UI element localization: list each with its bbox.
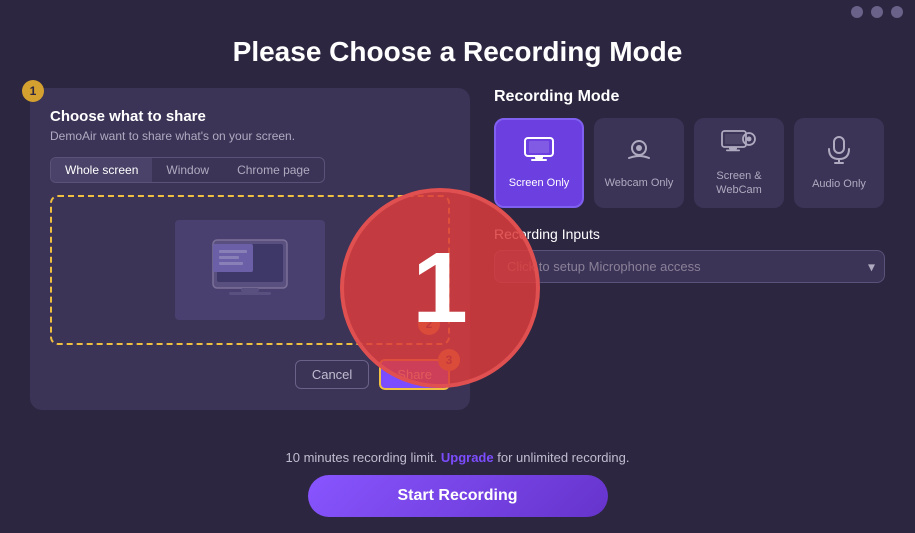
main-content: 1 Choose what to share DemoAir want to s… xyxy=(0,88,915,410)
start-recording-button[interactable]: Start Recording xyxy=(308,475,608,517)
screen-only-icon xyxy=(523,136,555,171)
audio-inputs-label: Recording Inputs xyxy=(494,226,885,242)
tab-chrome-page[interactable]: Chrome page xyxy=(223,158,324,182)
mode-screen-only-label: Screen Only xyxy=(509,177,570,190)
microphone-select[interactable]: Click to setup Microphone access xyxy=(494,250,885,283)
limit-text-suffix: for unlimited recording. xyxy=(497,450,629,465)
step-2-badge: 2 xyxy=(418,313,440,335)
share-dialog-subtitle: DemoAir want to share what's on your scr… xyxy=(50,129,450,143)
audio-only-icon xyxy=(825,135,853,172)
window-btn[interactable] xyxy=(851,6,863,18)
share-dialog-title: Choose what to share xyxy=(50,108,450,125)
cancel-button[interactable]: Cancel xyxy=(295,360,369,389)
screen-preview-area: 2 xyxy=(50,195,450,345)
screen-preview-inner xyxy=(175,220,325,320)
window-controls xyxy=(851,6,903,18)
tab-window[interactable]: Window xyxy=(152,158,223,182)
mode-screen-only[interactable]: Screen Only xyxy=(494,118,584,208)
mode-audio-only-label: Audio Only xyxy=(812,178,866,191)
tab-whole-screen[interactable]: Whole screen xyxy=(51,158,152,182)
limit-text-main: 10 minutes recording limit. xyxy=(286,450,438,465)
limit-text: 10 minutes recording limit. Upgrade for … xyxy=(286,450,630,465)
mode-audio-only[interactable]: Audio Only xyxy=(794,118,884,208)
mode-webcam-only-label: Webcam Only xyxy=(605,177,674,190)
screen-webcam-icon xyxy=(721,129,757,164)
select-wrapper: Click to setup Microphone access ▾ xyxy=(494,250,885,283)
window-btn[interactable] xyxy=(891,6,903,18)
share-tabs: Whole screen Window Chrome page xyxy=(50,157,325,183)
mode-screen-webcam[interactable]: Screen &WebCam xyxy=(694,118,784,208)
bottom-section: 10 minutes recording limit. Upgrade for … xyxy=(0,450,915,533)
upgrade-link[interactable]: Upgrade xyxy=(441,450,494,465)
mode-screen-webcam-label: Screen &WebCam xyxy=(716,170,762,196)
screen-preview-icon xyxy=(205,236,295,304)
page-title: Please Choose a Recording Mode xyxy=(233,36,683,68)
dialog-actions: Cancel Share 3 xyxy=(50,359,450,390)
window-btn[interactable] xyxy=(871,6,883,18)
screen-share-panel: 1 Choose what to share DemoAir want to s… xyxy=(30,88,470,410)
recording-mode-label: Recording Mode xyxy=(494,88,885,106)
mode-webcam-only[interactable]: Webcam Only xyxy=(594,118,684,208)
step-1-badge: 1 xyxy=(22,80,44,102)
mode-options: Screen Only Webcam Only xyxy=(494,118,885,208)
step-3-badge: 3 xyxy=(438,349,460,371)
webcam-only-icon xyxy=(623,136,655,171)
recording-mode-panel: Recording Mode Screen Only xyxy=(494,88,885,410)
